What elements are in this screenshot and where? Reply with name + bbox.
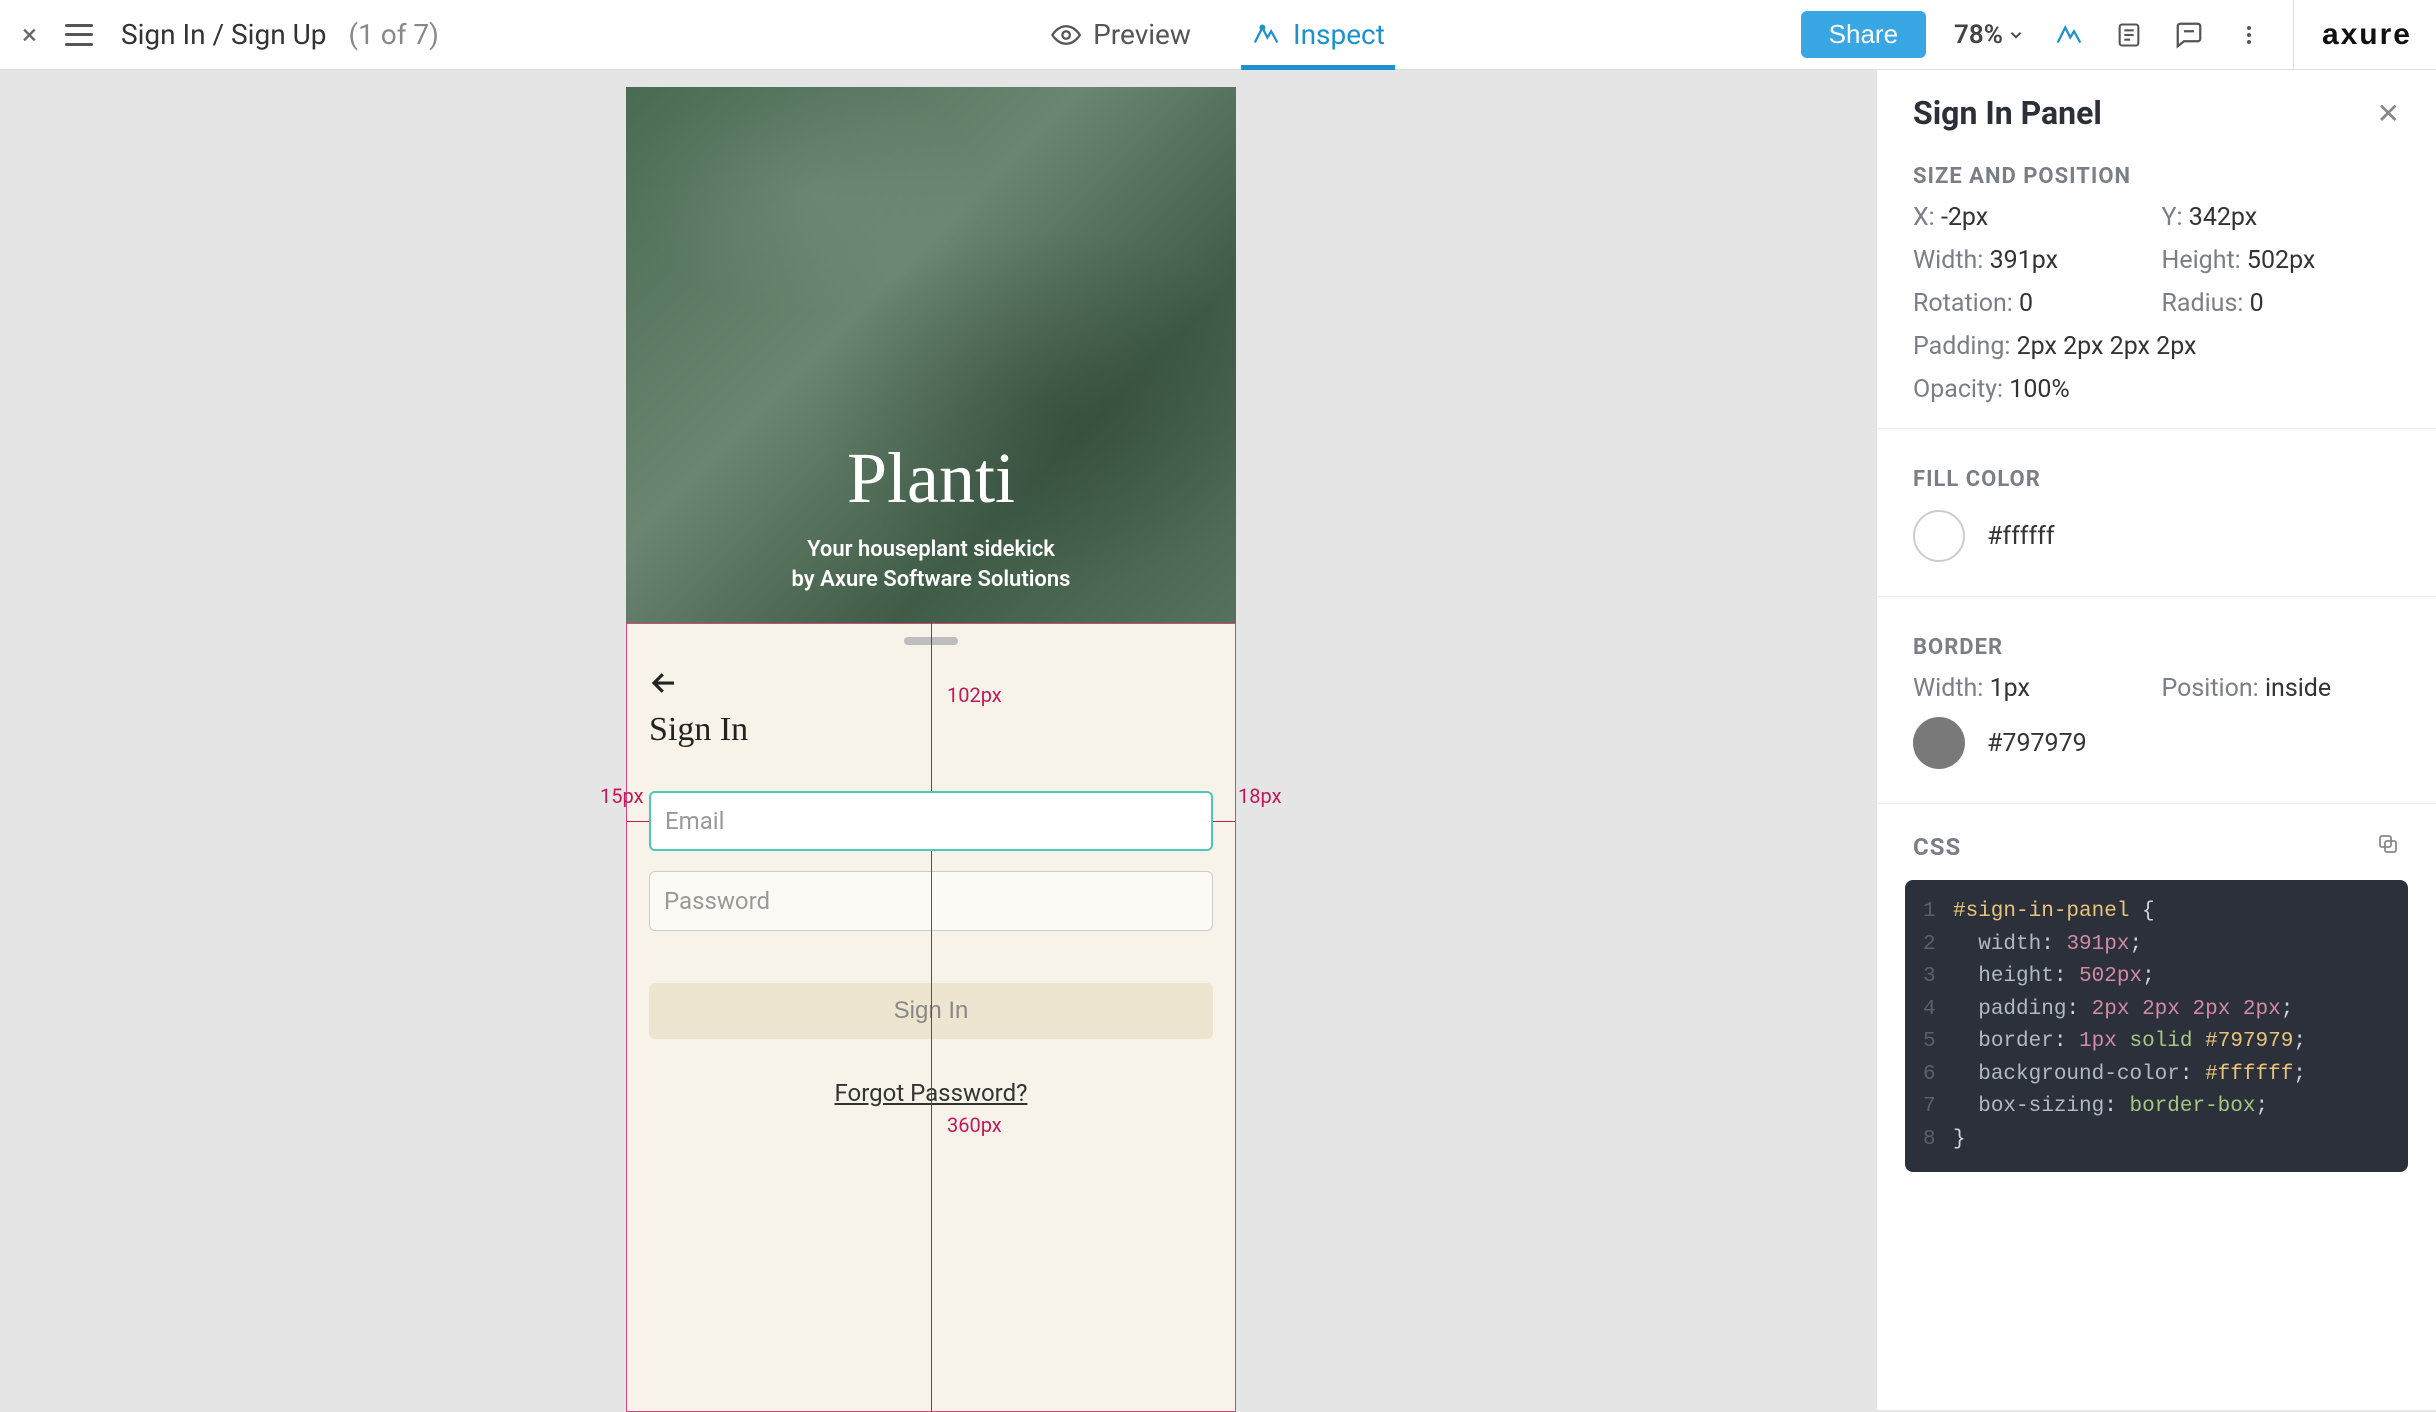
zoom-dropdown[interactable]: 78% (1954, 20, 2025, 50)
share-button[interactable]: Share (1801, 11, 1926, 58)
axure-logo: axure (2293, 0, 2412, 69)
section-size-position: SIZE AND POSITION (1877, 144, 2436, 199)
label-y: Y: (2162, 203, 2183, 232)
menu-icon[interactable] (65, 24, 93, 46)
inspector-title: Sign In Panel (1913, 94, 2102, 132)
label-opacity: Opacity: (1913, 375, 2003, 404)
tab-inspect-label: Inspect (1293, 18, 1385, 51)
chevron-down-icon (2007, 26, 2025, 44)
label-width: Width: (1913, 246, 1983, 275)
inspector-close-icon[interactable]: ✕ (2377, 97, 2400, 130)
hero-tagline-1: Your houseplant sidekick (626, 537, 1236, 562)
tab-preview-label: Preview (1093, 18, 1191, 51)
hero-image: Planti Your houseplant sidekick by Axure… (626, 87, 1236, 623)
sign-in-panel[interactable]: Sign In 102px Email Password Sign In For… (626, 623, 1236, 1412)
page-count: (1 of 7) (348, 18, 438, 51)
close-button[interactable]: × (16, 18, 43, 51)
value-x: -2px (1941, 203, 1988, 232)
measure-right: 18px (1238, 784, 1282, 808)
tab-preview[interactable]: Preview (1041, 0, 1201, 69)
value-opacity: 100% (2009, 375, 2069, 404)
section-css: CSS (1913, 833, 1961, 861)
value-y: 342px (2189, 203, 2257, 232)
label-rotation: Rotation: (1913, 289, 2013, 318)
comment-icon[interactable] (2173, 19, 2205, 51)
tab-inspect[interactable]: Inspect (1241, 0, 1395, 69)
email-placeholder: Email (665, 807, 724, 835)
value-border-width: 1px (1990, 674, 2030, 703)
inspector-panel: Sign In Panel ✕ SIZE AND POSITION X: -2p… (1876, 70, 2436, 1410)
hero-tagline-2: by Axure Software Solutions (626, 567, 1236, 592)
border-swatch[interactable] (1913, 717, 1965, 769)
measure-width: 360px (947, 1113, 1002, 1137)
measure-top: 102px (947, 683, 1002, 707)
fill-swatch[interactable] (1913, 510, 1965, 562)
value-rotation: 0 (2019, 289, 2033, 318)
copy-css-icon[interactable] (2376, 832, 2400, 862)
value-height: 502px (2247, 246, 2315, 275)
value-padding: 2px 2px 2px 2px (2017, 332, 2197, 361)
back-arrow-icon[interactable] (649, 667, 679, 707)
page-title: Sign In / Sign Up (121, 18, 327, 51)
app-brand: Planti (626, 437, 1236, 520)
section-fill-color: FILL COLOR (1877, 447, 2436, 502)
border-hex: #797979 (1987, 729, 2087, 758)
value-radius: 0 (2250, 289, 2264, 318)
password-placeholder: Password (664, 887, 770, 915)
label-padding: Padding: (1913, 332, 2010, 361)
label-radius: Radius: (2162, 289, 2244, 318)
eye-icon (1051, 20, 1081, 50)
label-height: Height: (2162, 246, 2241, 275)
label-x: X: (1913, 203, 1935, 232)
email-field[interactable]: Email (649, 791, 1213, 851)
section-border: BORDER (1877, 615, 2436, 670)
css-code-block[interactable]: 1#sign-in-panel {2 width: 391px;3 height… (1905, 880, 2408, 1172)
notes-icon[interactable] (2113, 19, 2145, 51)
label-border-position: Position: (2162, 674, 2259, 703)
value-width: 391px (1990, 246, 2058, 275)
value-border-position: inside (2265, 674, 2331, 703)
zoom-value: 78% (1954, 20, 2003, 50)
label-border-width: Width: (1913, 674, 1983, 703)
signin-heading: Sign In (649, 711, 748, 749)
inspect-icon (1251, 20, 1281, 50)
fill-hex: #ffffff (1987, 522, 2055, 551)
measure-left: 15px (600, 784, 644, 808)
more-icon[interactable] (2233, 19, 2265, 51)
handoff-icon[interactable] (2053, 19, 2085, 51)
